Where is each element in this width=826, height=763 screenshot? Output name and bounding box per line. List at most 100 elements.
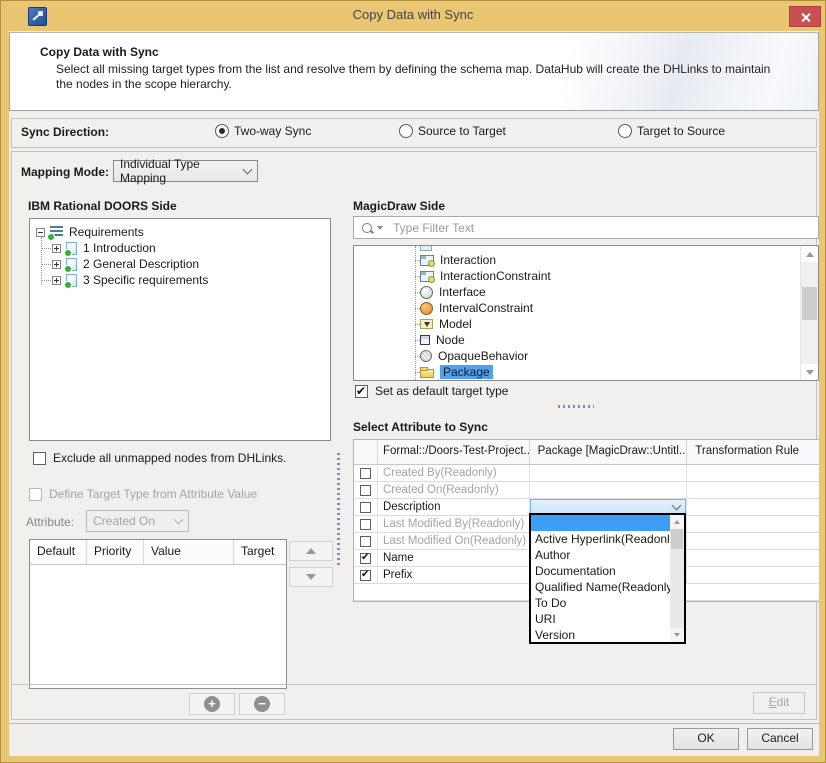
expand-icon[interactable] bbox=[52, 244, 61, 253]
attribute-table-column-header[interactable] bbox=[354, 440, 378, 464]
tree-item[interactable]: 3 Specific requirements bbox=[30, 272, 330, 288]
checkbox-icon[interactable] bbox=[360, 519, 371, 530]
close-button[interactable] bbox=[789, 6, 821, 27]
banner-description: Select all missing target types from the… bbox=[56, 62, 780, 92]
collapse-icon[interactable] bbox=[36, 228, 45, 237]
popup-item[interactable]: Active Hyperlink(Readonly) bbox=[531, 531, 670, 547]
radio-icon bbox=[215, 124, 229, 138]
doors-side-title: IBM Rational DOORS Side bbox=[28, 199, 177, 213]
list-item[interactable]: InteractionConstraint bbox=[354, 268, 801, 284]
search-icon bbox=[362, 223, 372, 233]
horizontal-splitter-handle[interactable] bbox=[558, 405, 594, 408]
interaction-constraint-icon bbox=[420, 271, 434, 282]
popup-item[interactable]: To Do bbox=[531, 595, 670, 611]
sync-direction-radio[interactable]: Target to Source bbox=[618, 124, 725, 138]
tree-item-label: 1 Introduction bbox=[83, 241, 156, 255]
checkbox-icon[interactable] bbox=[33, 452, 46, 465]
popup-item[interactable]: Qualified Name(Readonly) bbox=[531, 579, 670, 595]
popup-item[interactable]: Documentation bbox=[531, 563, 670, 579]
requirements-module-icon bbox=[50, 226, 63, 238]
cancel-button[interactable]: Cancel bbox=[747, 728, 813, 750]
scroll-up-button[interactable] bbox=[801, 246, 818, 262]
value-table-column-header[interactable]: Value bbox=[144, 540, 234, 564]
value-table-column-header[interactable]: Target bbox=[234, 540, 286, 564]
scrollbar-thumb[interactable] bbox=[671, 529, 683, 549]
doors-tree: Requirements1 Introduction 2 General Desc… bbox=[29, 218, 331, 441]
checkbox-icon[interactable] bbox=[360, 485, 371, 496]
transformation-rule-cell bbox=[687, 482, 819, 498]
attribute-row[interactable]: Created By(Readonly) bbox=[354, 465, 819, 482]
edit-button-mnemonic: E bbox=[769, 695, 777, 709]
scroll-down-button[interactable] bbox=[801, 364, 818, 380]
list-item[interactable]: OpaqueBehavior bbox=[354, 348, 801, 364]
expand-icon[interactable] bbox=[52, 276, 61, 285]
list-item-label: InteractionConstraint bbox=[440, 269, 551, 283]
value-table-column-header[interactable]: Default bbox=[30, 540, 87, 564]
popup-scrollbar[interactable] bbox=[670, 515, 684, 642]
magicdraw-type-list: InteractionInteractionConstraintInterfac… bbox=[353, 245, 819, 381]
attribute-table-column-header[interactable]: Transformation Rule bbox=[687, 440, 819, 464]
down-arrow-icon bbox=[306, 574, 316, 580]
type-filter-box[interactable] bbox=[353, 216, 819, 239]
value-table-header: DefaultPriorityValueTarget bbox=[30, 540, 286, 565]
up-arrow-icon bbox=[806, 252, 814, 257]
move-up-button[interactable] bbox=[289, 541, 333, 561]
scrollbar-thumb[interactable] bbox=[802, 287, 817, 320]
popup-item[interactable]: URI bbox=[531, 611, 670, 627]
list-item[interactable]: Interaction bbox=[354, 252, 801, 268]
tree-item-label: 2 General Description bbox=[83, 257, 199, 271]
mapping-mode-label: Mapping Mode: bbox=[21, 165, 109, 179]
vertical-splitter-handle[interactable] bbox=[337, 453, 340, 565]
attribute-target-cell bbox=[530, 465, 688, 481]
list-item[interactable]: Interface bbox=[354, 284, 801, 300]
move-down-button[interactable] bbox=[289, 567, 333, 587]
tree-item[interactable]: 1 Introduction bbox=[30, 240, 330, 256]
expand-icon[interactable] bbox=[52, 260, 61, 269]
checkbox-icon[interactable] bbox=[360, 468, 371, 479]
popup-item[interactable]: Author bbox=[531, 547, 670, 563]
checkbox-icon[interactable] bbox=[360, 536, 371, 547]
list-scrollbar[interactable] bbox=[800, 246, 818, 380]
popup-item[interactable] bbox=[531, 515, 670, 531]
attribute-row[interactable]: Created On(Readonly) bbox=[354, 482, 819, 499]
scroll-down-button[interactable] bbox=[670, 628, 684, 642]
remove-row-button[interactable]: − bbox=[239, 693, 285, 715]
list-item[interactable]: IntervalConstraint bbox=[354, 300, 801, 316]
popup-item[interactable]: Version bbox=[531, 627, 670, 643]
doors-object-icon bbox=[66, 258, 77, 271]
search-options-caret-icon[interactable] bbox=[377, 226, 383, 230]
scroll-up-button[interactable] bbox=[670, 515, 684, 529]
set-default-target-checkbox-row[interactable]: Set as default target type bbox=[355, 384, 508, 398]
attribute-table-column-header[interactable]: Package [MagicDraw::Untitl... bbox=[530, 440, 688, 464]
tree-item[interactable]: 2 General Description bbox=[30, 256, 330, 272]
interface-icon bbox=[420, 286, 433, 299]
edit-button-label: dit bbox=[777, 695, 790, 709]
list-item[interactable]: Model bbox=[354, 316, 801, 332]
sync-direction-radio[interactable]: Source to Target bbox=[399, 124, 506, 138]
copy-data-with-sync-dialog: Copy Data with Sync Copy Data with Sync … bbox=[0, 0, 826, 763]
add-row-button[interactable]: + bbox=[189, 693, 235, 715]
mapping-mode-combo[interactable]: Individual Type Mapping bbox=[113, 160, 258, 182]
checkbox-icon[interactable] bbox=[360, 553, 371, 564]
sync-direction-radio[interactable]: Two-way Sync bbox=[215, 124, 311, 138]
radio-icon bbox=[618, 124, 632, 138]
attribute-table-column-header[interactable]: Formal::/Doors-Test-Project... bbox=[378, 440, 530, 464]
attribute-checkbox-cell bbox=[354, 550, 378, 566]
define-target-type-label: Define Target Type from Attribute Value bbox=[49, 487, 257, 501]
chevron-down-icon bbox=[672, 501, 682, 511]
checkbox-icon[interactable] bbox=[360, 570, 371, 581]
value-table-column-header[interactable]: Priority bbox=[87, 540, 144, 564]
exclude-unmapped-checkbox-row[interactable]: Exclude all unmapped nodes from DHLinks. bbox=[33, 451, 286, 465]
button-bar-separator bbox=[9, 723, 819, 724]
down-arrow-icon bbox=[674, 633, 680, 637]
attribute-checkbox-cell bbox=[354, 516, 378, 532]
list-item[interactable]: Package bbox=[354, 364, 801, 380]
type-filter-input[interactable] bbox=[391, 220, 818, 236]
list-item[interactable]: Node bbox=[354, 332, 801, 348]
ok-button[interactable]: OK bbox=[673, 728, 739, 750]
tree-item[interactable]: Requirements bbox=[30, 224, 330, 240]
checkbox-icon[interactable] bbox=[355, 385, 368, 398]
checkbox-icon[interactable] bbox=[360, 502, 371, 513]
header-banner: Copy Data with Sync Select all missing t… bbox=[9, 32, 819, 111]
title-bar: Copy Data with Sync bbox=[1, 1, 825, 31]
